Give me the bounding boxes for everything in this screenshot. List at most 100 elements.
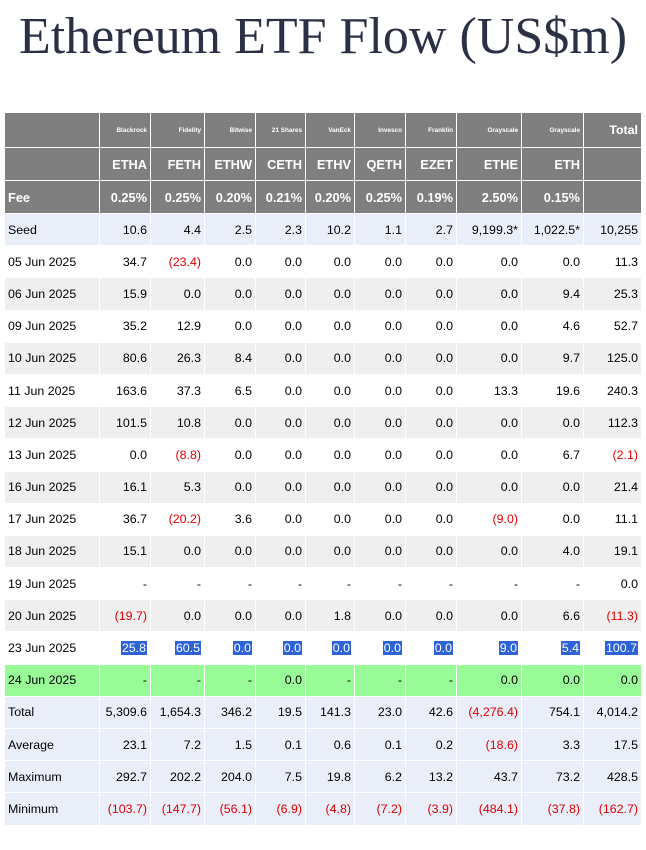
flow-cell: (103.7) [99,792,151,826]
flow-cell: 19.6 [521,373,584,408]
flow-cell: 0.0 [305,245,355,279]
flow-cell: 0.0 [354,373,406,408]
row-label: 18 Jun 2025 [4,534,100,569]
flow-cell: 10.2 [305,212,355,247]
fee-total-blank [583,180,642,214]
flow-cell: 10.8 [150,406,205,440]
etf-flow-table: Blackrock Fidelity Bitwise 21 Shares VanEck I… [4,112,642,826]
flow-cell: 8.4 [204,341,256,375]
flow-cell: 0.0 [354,631,406,665]
flow-cell: 0.0 [521,245,584,279]
flow-cell: (23.4) [150,245,205,279]
table-row: 23 Jun 2025 25.8 60.5 0.0 0.0 0.0 0.0 0.0 9.0 5.4… [4,631,642,665]
flow-cell: 0.0 [583,663,642,697]
flow-cell: (19.7) [99,599,151,633]
flow-cell: 0.0 [354,599,406,633]
flow-cell: 0.0 [354,534,406,569]
flow-cell: 26.3 [150,341,205,375]
row-label: 17 Jun 2025 [4,502,100,536]
fee-cell: 0.25% [150,180,205,214]
flow-cell: (484.1) [456,792,522,826]
flow-cell: 80.6 [99,341,151,375]
flow-cell: 9,199.3* [456,212,522,247]
row-label: 19 Jun 2025 [4,567,100,601]
flow-cell: 7.5 [255,760,306,794]
flow-cell: 42.6 [405,695,457,730]
flow-cell: 0.0 [456,406,522,440]
flow-cell: 125.0 [583,341,642,375]
flow-cell: 34.7 [99,245,151,279]
ticker-header: ETHA [99,147,151,181]
flow-cell: (9.0) [456,502,522,536]
flow-cell: 7.2 [150,727,205,762]
ticker-header: CETH [255,147,306,181]
issuer-header: Franklin [405,112,457,148]
flow-cell: 13.2 [405,760,457,794]
flow-cell: 0.0 [204,599,256,633]
flow-cell: 52.7 [583,309,642,343]
header-corner [4,112,100,148]
row-label: 23 Jun 2025 [4,631,100,665]
flow-cell: 346.2 [204,695,256,730]
flow-cell: 6.7 [521,438,584,472]
flow-cell: 0.0 [354,309,406,343]
ticker-header: EZET [405,147,457,181]
flow-cell: 0.0 [305,502,355,536]
flow-cell: 0.0 [405,534,457,569]
ticker-total-blank [583,147,642,181]
flow-cell: 0.0 [255,599,306,633]
flow-cell: 204.0 [204,760,256,794]
flow-cell: 5.4 [521,631,584,665]
flow-cell: 0.0 [456,309,522,343]
flow-cell: 4.6 [521,309,584,343]
flow-cell: (147.7) [150,792,205,826]
flow-cell: - [204,567,256,601]
flow-cell: 0.0 [99,438,151,472]
issuer-header: VanEck [305,112,355,148]
flow-cell: 240.3 [583,373,642,408]
flow-cell: 0.0 [405,373,457,408]
row-label: 06 Jun 2025 [4,277,100,311]
flow-cell: 13.3 [456,373,522,408]
flow-cell: 0.0 [354,341,406,375]
flow-cell: 100.7 [583,631,642,665]
ticker-header: ETHV [305,147,355,181]
flow-cell: 0.0 [354,277,406,311]
flow-cell: 37.3 [150,373,205,408]
flow-cell: 0.0 [405,245,457,279]
flow-cell: (18.6) [456,727,522,762]
table-row: Maximum 292.7 202.2 204.0 7.5 19.8 6.2 13.2 43.7… [4,760,642,794]
flow-cell: 0.0 [521,406,584,440]
flow-cell: 12.9 [150,309,205,343]
row-label: 13 Jun 2025 [4,438,100,472]
flow-cell: 15.9 [99,277,151,311]
selected-value: 0.0 [282,641,302,656]
flow-cell: 0.0 [305,277,355,311]
flow-cell: 0.0 [305,631,355,665]
fee-cell: 0.21% [255,180,306,214]
table-row: 10 Jun 2025 80.6 26.3 8.4 0.0 0.0 0.0 0.0 0.0 9.7… [4,341,642,375]
flow-cell: (2.1) [583,438,642,472]
flow-cell: 4,014.2 [583,695,642,730]
flow-cell: - [150,663,205,697]
flow-cell: 0.0 [305,373,355,408]
flow-cell: 0.0 [305,341,355,375]
flow-cell: 0.0 [456,438,522,472]
ticker-header: QETH [354,147,406,181]
flow-cell: 0.0 [405,406,457,440]
flow-cell: 0.0 [405,599,457,633]
fee-cell: 0.25% [99,180,151,214]
issuer-header-row: Blackrock Fidelity Bitwise 21 Shares VanEck I… [4,112,642,148]
flow-cell: 5.3 [150,470,205,504]
flow-cell: 43.7 [456,760,522,794]
selected-value: 0.0 [433,641,453,656]
flow-cell: 0.0 [354,470,406,504]
ticker-header: FETH [150,147,205,181]
flow-cell: 0.0 [255,341,306,375]
flow-cell: 0.0 [583,567,642,601]
flow-cell: 0.0 [456,470,522,504]
ticker-corner [4,147,100,181]
issuer-header: Bitwise [204,112,256,148]
flow-cell: 0.1 [255,727,306,762]
selected-value: 25.8 [120,641,147,656]
